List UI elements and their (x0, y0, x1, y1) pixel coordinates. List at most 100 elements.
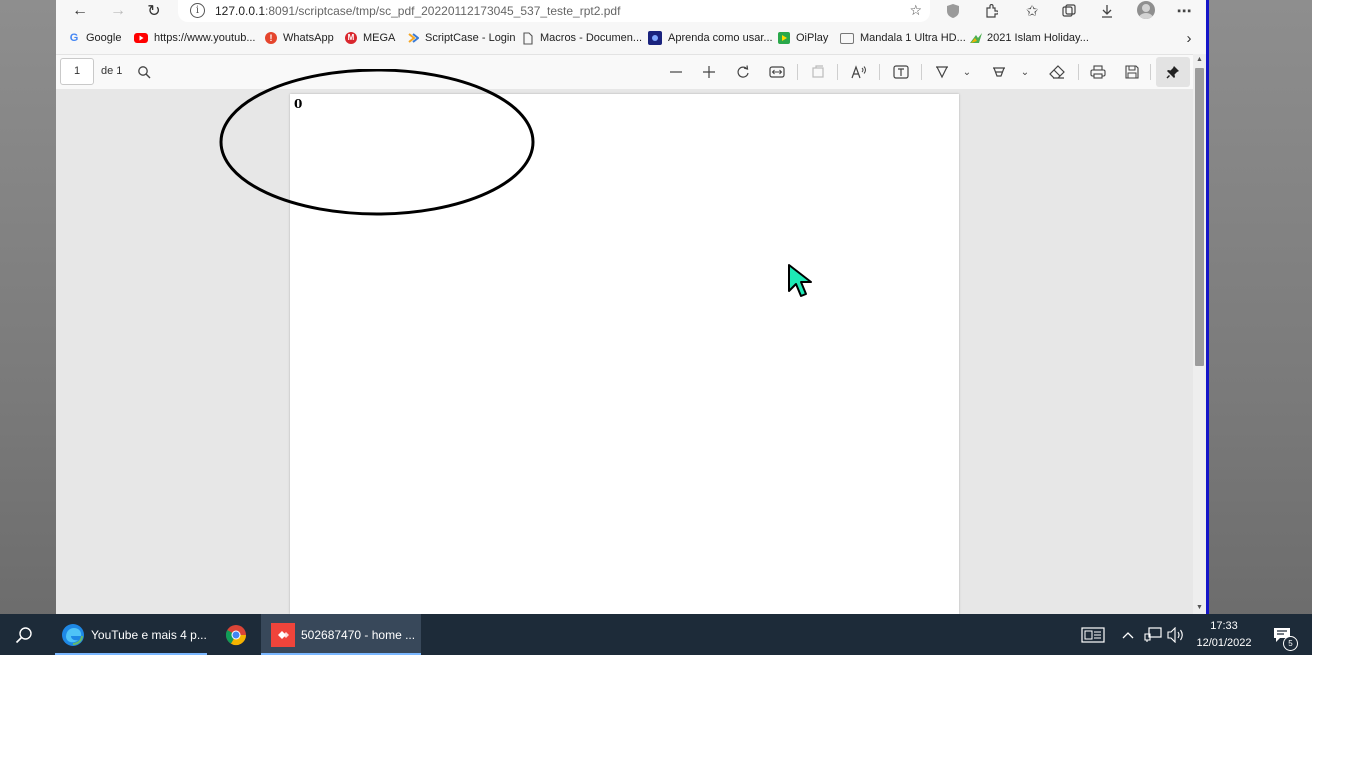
bookmark-label: Mandala 1 Ultra HD... (860, 32, 966, 44)
bookmark-youtube[interactable]: https://www.youtub... (134, 26, 256, 50)
forward-arrow-icon: → (110, 2, 126, 19)
oiplay-icon (778, 32, 790, 44)
back-button[interactable]: ← (66, 0, 94, 22)
taskbar-app-anydesk[interactable]: 502687470 - home ... (261, 614, 421, 655)
pdf-page-value: 0 (294, 97, 303, 111)
volume-icon[interactable] (1166, 614, 1186, 655)
toolbar-separator (1150, 64, 1151, 80)
mouse-cursor-icon (788, 264, 812, 297)
scriptcase-icon (407, 32, 419, 44)
zoom-in-icon[interactable] (698, 61, 720, 83)
url-host: 127.0.0.1 (215, 4, 266, 18)
active-indicator (261, 653, 421, 655)
collections-icon[interactable] (1057, 0, 1081, 22)
bookmark-label: Macros - Documen... (540, 32, 643, 44)
show-hidden-icons-chevron-icon[interactable] (1119, 614, 1137, 655)
bookmark-aprenda[interactable]: Aprenda como usar... (648, 26, 773, 50)
site-info-icon[interactable]: i (190, 3, 205, 18)
pin-icon (1166, 66, 1179, 79)
edge-icon (62, 623, 84, 646)
scroll-up-arrow-icon[interactable]: ▲ (1193, 54, 1206, 66)
scroll-down-arrow-icon[interactable]: ▼ (1193, 602, 1206, 614)
draw-dropdown-chevron-icon[interactable]: ⌄ (960, 61, 974, 83)
add-text-icon[interactable] (890, 61, 912, 83)
favorites-icon[interactable]: ✩ (1020, 0, 1044, 22)
page-total: de 1 (101, 65, 123, 77)
back-arrow-icon: ← (72, 2, 88, 19)
taskbar-search-button[interactable] (0, 614, 48, 655)
more-options-icon[interactable]: ⋯ (1172, 0, 1196, 22)
eraser-icon[interactable] (1046, 61, 1068, 83)
print-icon[interactable] (1087, 61, 1109, 83)
bookmark-whatsapp[interactable]: ! WhatsApp (265, 26, 334, 50)
clock-time: 17:33 (1210, 620, 1238, 632)
highlight-icon[interactable] (988, 61, 1010, 83)
taskbar-app-label: YouTube e mais 4 p... (91, 627, 207, 642)
toolbar-separator (1078, 64, 1079, 80)
add-favorite-icon[interactable]: ☆ (909, 2, 922, 19)
bookmark-label: WhatsApp (283, 32, 334, 44)
news-widget-icon[interactable] (1080, 614, 1106, 655)
bookmark-scriptcase[interactable]: ScriptCase - Login (407, 26, 516, 50)
bookmark-oiplay[interactable]: OiPlay (778, 26, 828, 50)
highlight-dropdown-chevron-icon[interactable]: ⌄ (1018, 61, 1032, 83)
rotate-icon[interactable] (732, 61, 754, 83)
bookmark-label: Aprenda como usar... (668, 32, 773, 44)
url-text: 127.0.0.1:8091/scriptcase/tmp/sc_pdf_202… (215, 4, 620, 18)
chrome-icon (225, 624, 247, 645)
forward-button[interactable]: → (104, 0, 132, 22)
active-indicator (55, 653, 207, 655)
anydesk-icon (271, 622, 295, 647)
clock-date: 12/01/2022 (1196, 637, 1252, 649)
document-icon (522, 32, 534, 45)
pdf-page[interactable]: 0 (290, 94, 959, 614)
system-clock[interactable]: 17:33 12/01/2022 (1188, 618, 1260, 652)
site-icon (648, 31, 662, 45)
bookmarks-bar: G Google https://www.youtub... ! WhatsAp… (56, 26, 1206, 50)
bookmark-label: 2021 Islam Holiday... (987, 32, 1089, 44)
profile-avatar[interactable] (1137, 1, 1155, 19)
zoom-out-icon[interactable] (665, 61, 687, 83)
read-aloud-icon[interactable] (848, 61, 870, 83)
tracking-prevention-icon[interactable] (941, 0, 965, 22)
desktop: ← → ↻ i 127.0.0.1:8091/scriptcase/tmp/sc… (0, 0, 1312, 655)
bookmark-label: OiPlay (796, 32, 829, 44)
find-search-icon[interactable] (133, 61, 155, 83)
bookmark-google[interactable]: G Google (68, 26, 122, 50)
action-center-button[interactable]: 5 (1268, 614, 1298, 655)
toolbar-separator (797, 64, 798, 80)
bookmark-islam-holiday[interactable]: 2021 Islam Holiday... (969, 26, 1089, 50)
reload-icon: ↻ (147, 3, 161, 20)
bookmark-label: Google (86, 32, 122, 44)
islam-holiday-icon (969, 32, 982, 44)
google-icon: G (69, 32, 79, 44)
toolbar-separator (921, 64, 922, 80)
bookmarks-overflow-chevron-icon[interactable]: › (1180, 26, 1198, 50)
url-field[interactable]: i 127.0.0.1:8091/scriptcase/tmp/sc_pdf_2… (178, 0, 930, 22)
bookmark-macros[interactable]: Macros - Documen... (522, 26, 642, 50)
scroll-thumb[interactable] (1195, 68, 1204, 366)
save-icon[interactable] (1121, 61, 1143, 83)
taskbar-app-label: 502687470 - home ... (301, 627, 416, 642)
fit-to-width-icon[interactable] (766, 61, 788, 83)
mega-icon: M (345, 32, 357, 44)
pdf-viewer[interactable]: 0 (56, 89, 1193, 614)
mandala-icon (840, 32, 854, 44)
notification-count-badge: 5 (1283, 636, 1298, 651)
reload-button[interactable]: ↻ (140, 0, 168, 22)
bookmark-mandala[interactable]: Mandala 1 Ultra HD... (840, 26, 966, 50)
pin-toolbar-button[interactable] (1156, 57, 1190, 87)
pdf-toolbar: 1 de 1 ⌄ ⌄ (56, 54, 1206, 90)
youtube-icon (134, 33, 148, 43)
page-number-input[interactable]: 1 (60, 58, 94, 85)
toolbar-separator (879, 64, 880, 80)
downloads-icon[interactable] (1095, 0, 1119, 22)
taskbar-app-chrome[interactable] (214, 614, 258, 655)
taskbar-app-edge[interactable]: YouTube e mais 4 p... (55, 614, 207, 655)
vertical-scrollbar[interactable]: ▲ ▼ (1193, 54, 1206, 614)
bookmark-mega[interactable]: M MEGA (345, 26, 395, 50)
extensions-icon[interactable] (979, 0, 1003, 22)
draw-icon[interactable] (931, 61, 953, 83)
network-icon[interactable] (1143, 614, 1163, 655)
windows-taskbar: YouTube e mais 4 p... 502687470 - home .… (0, 614, 1312, 655)
